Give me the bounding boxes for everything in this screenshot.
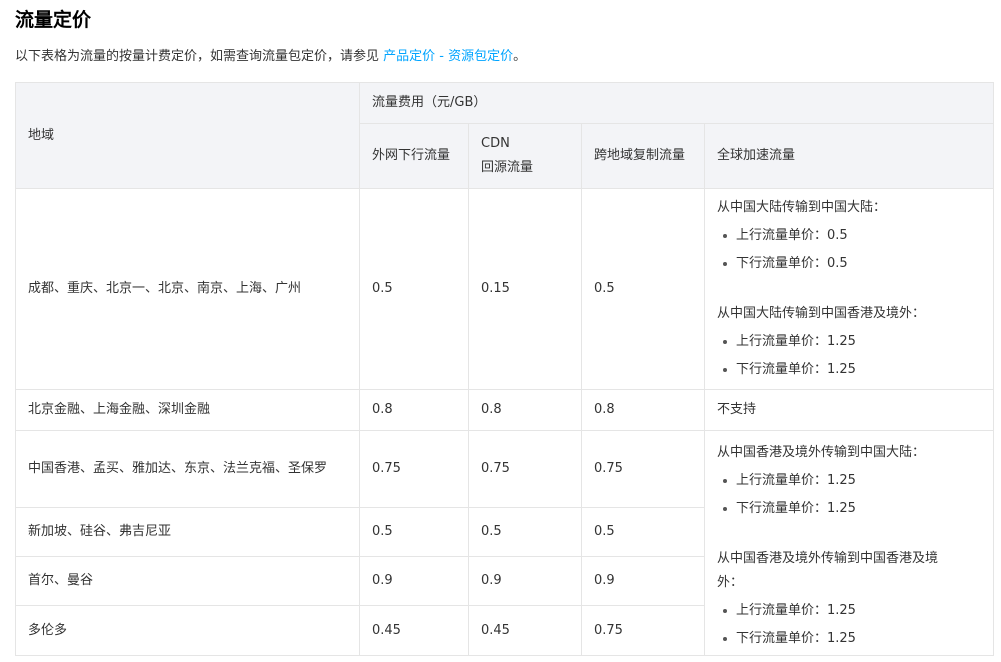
list-item: 上行流量单价：1.25 [723, 328, 981, 356]
price-list: 上行流量单价：0.5 下行流量单价：0.5 [717, 222, 981, 278]
cross-region-price-cell: 0.5 [581, 507, 705, 557]
list-item: 上行流量单价：0.5 [723, 222, 981, 250]
table-row: 中国香港、孟买、雅加达、东京、法兰克福、圣保罗 0.75 0.75 0.75 从… [15, 430, 994, 656]
internet-price-cell: 0.75 [359, 430, 469, 508]
internet-price-cell: 0.5 [359, 188, 469, 390]
global-acceleration-cell: 从中国香港及境外传输到中国大陆： 上行流量单价：1.25 下行流量单价：1.25… [704, 430, 994, 656]
block-title: 从中国大陆传输到中国大陆： [717, 200, 887, 215]
intro-text: 以下表格为流量的按量计费定价，如需查询流量包定价，请参见 [15, 49, 384, 64]
block-title: 从中国香港及境外传输到中国香港及境外： [717, 551, 939, 590]
region-cell: 多伦多 [15, 605, 360, 656]
list-item: 上行流量单价：1.25 [723, 467, 981, 495]
block-title: 从中国香港及境外传输到中国大陆： [717, 445, 926, 460]
cross-region-price-cell: 0.75 [581, 605, 705, 656]
cdn-header-line-2: 回源流量 [481, 160, 534, 175]
price-list: 上行流量单价：1.25 下行流量单价：1.25 [717, 597, 981, 653]
cross-region-price-cell: 0.8 [581, 389, 705, 431]
block-title: 从中国大陆传输到中国香港及境外： [717, 306, 926, 321]
global-acceleration-cell: 从中国大陆传输到中国大陆： 上行流量单价：0.5 下行流量单价：0.5 从中国大… [704, 188, 994, 390]
cdn-price-cell: 0.75 [468, 430, 582, 508]
cross-region-price-cell: 0.75 [581, 430, 705, 508]
resource-pack-pricing-link[interactable]: 产品定价 - 资源包定价 [383, 49, 513, 64]
cdn-price-cell: 0.15 [468, 188, 582, 390]
global-acceleration-cell: 不支持 [704, 389, 994, 431]
intro-paragraph: 以下表格为流量的按量计费定价，如需查询流量包定价，请参见 产品定价 - 资源包定… [15, 47, 526, 67]
internet-price-cell: 0.5 [359, 507, 469, 557]
region-cell: 北京金融、上海金融、深圳金融 [15, 389, 360, 431]
cdn-price-cell: 0.8 [468, 389, 582, 431]
list-item: 下行流量单价：0.5 [723, 250, 981, 278]
mainland-to-overseas-block: 从中国大陆传输到中国香港及境外： 上行流量单价：1.25 下行流量单价：1.25 [717, 300, 981, 384]
internet-price-cell: 0.8 [359, 389, 469, 431]
global-acceleration-header: 全球加速流量 [704, 123, 994, 189]
cross-region-price-cell: 0.5 [581, 188, 705, 390]
traffic-pricing-table: 地域 流量费用（元/GB） 外网下行流量 CDN 回源流量 跨地域复制流量 全球加… [15, 82, 994, 656]
cross-region-header: 跨地域复制流量 [581, 123, 705, 189]
mainland-to-mainland-block: 从中国大陆传输到中国大陆： 上行流量单价：0.5 下行流量单价：0.5 [717, 194, 981, 278]
region-cell: 中国香港、孟买、雅加达、东京、法兰克福、圣保罗 [15, 430, 360, 508]
cdn-price-cell: 0.9 [468, 556, 582, 606]
price-list: 上行流量单价：1.25 下行流量单价：1.25 [717, 467, 981, 523]
fee-header: 流量费用（元/GB） [359, 82, 994, 124]
table-row: 北京金融、上海金融、深圳金融 0.8 0.8 0.8 不支持 [15, 389, 994, 431]
internet-price-cell: 0.45 [359, 605, 469, 656]
table-row: 成都、重庆、北京一、北京、南京、上海、广州 0.5 0.15 0.5 从中国大陆… [15, 188, 994, 390]
overseas-to-mainland-block: 从中国香港及境外传输到中国大陆： 上行流量单价：1.25 下行流量单价：1.25 [717, 439, 981, 523]
region-header: 地域 [15, 82, 360, 189]
overseas-to-overseas-block: 从中国香港及境外传输到中国香港及境外： 上行流量单价：1.25 下行流量单价：1… [717, 545, 981, 653]
list-item: 下行流量单价：1.25 [723, 356, 981, 384]
list-item: 上行流量单价：1.25 [723, 597, 981, 625]
cross-region-price-cell: 0.9 [581, 556, 705, 606]
region-cell: 新加坡、硅谷、弗吉尼亚 [15, 507, 360, 557]
cdn-price-cell: 0.45 [468, 605, 582, 656]
page-title: 流量定价 [15, 9, 92, 31]
cdn-header-line-1: CDN [481, 136, 510, 151]
cdn-origin-header: CDN 回源流量 [468, 123, 582, 189]
region-cell: 成都、重庆、北京一、北京、南京、上海、广州 [15, 188, 360, 390]
cdn-price-cell: 0.5 [468, 507, 582, 557]
list-item: 下行流量单价：1.25 [723, 495, 981, 523]
region-cell: 首尔、曼谷 [15, 556, 360, 606]
list-item: 下行流量单价：1.25 [723, 625, 981, 653]
price-list: 上行流量单价：1.25 下行流量单价：1.25 [717, 328, 981, 384]
internet-price-cell: 0.9 [359, 556, 469, 606]
internet-outbound-header: 外网下行流量 [359, 123, 469, 189]
intro-end: 。 [513, 49, 527, 64]
